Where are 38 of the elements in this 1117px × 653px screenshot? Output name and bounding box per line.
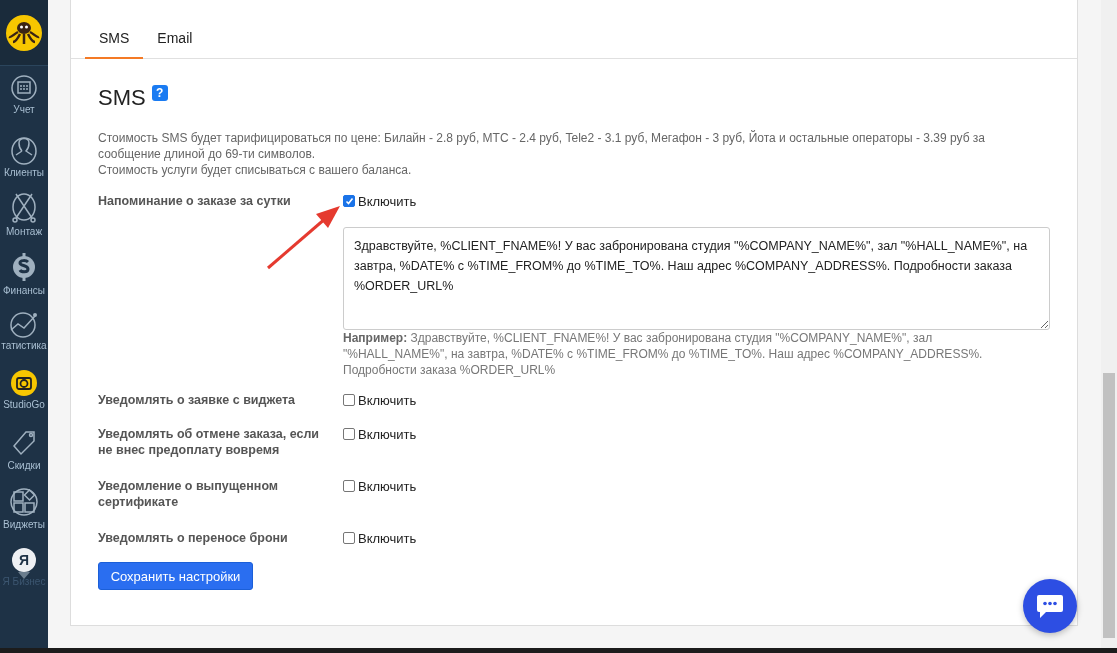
scrollbar[interactable] — [1101, 0, 1117, 648]
setting-label: Уведомлять о заявке с виджета — [98, 392, 295, 408]
widgets-icon — [9, 487, 39, 517]
dollar-icon — [11, 251, 37, 283]
example-text: Например: Здравствуйте, %CLIENT_FNAME%! У вас забронирована студия "%COMPANY_NAME%", зал "%HALL_NAME%", на завтра, %DATE% с %TIME_FROM% до %TIME_TO%. Наш адрес %COMPANY_ADDRESS%. Подробности заказа %ORDER_URL% — [343, 330, 984, 378]
tab[interactable]: SMS — [85, 20, 144, 59]
enable-checkbox[interactable]: Включить — [343, 191, 417, 211]
chat-icon — [1036, 593, 1064, 619]
enable-checkbox[interactable]: Включить — [343, 476, 417, 496]
scissors-icon — [10, 192, 38, 224]
pricing-note: Стоимость SMS будет тарифицироваться по цене: Билайн - 2.8 руб, МТС - 2.4 руб, Tele2 - 3.1 руб, Мегафон - 3 руб, Йота и остальные операторы - 3.39 руб за сообщение длиной до 69-ти символов. — [98, 130, 987, 162]
sidebar-item[interactable]: StudioGo — [0, 361, 48, 420]
setting-label: Уведомлять о переносе брони — [98, 530, 288, 546]
sidebar-item[interactable]: Монтаж — [0, 184, 48, 243]
setting-label: Напоминание о заказе за сутки — [98, 193, 291, 209]
pricing-note: Стоимость услуги будет списываться с вашего баланса. — [98, 162, 413, 178]
enable-checkbox[interactable]: Включить — [343, 528, 417, 548]
section-title: SMS — [98, 84, 146, 112]
setting-label: Уведомление о выпущенном сертификате — [98, 478, 280, 510]
help-icon[interactable]: ? — [151, 85, 168, 101]
setting-label: Уведомлять об отмене заказа, если не внес предоплату вовремя — [98, 426, 321, 458]
camera-icon — [10, 369, 38, 397]
sidebar-item[interactable]: Учет — [0, 66, 48, 125]
sidebar-item[interactable]: татистика — [0, 302, 48, 361]
enable-checkbox[interactable]: Включить — [343, 390, 417, 410]
tab[interactable]: Email — [143, 20, 207, 59]
sidebar-item[interactable]: Виджеты — [0, 479, 48, 538]
save-button[interactable]: Сохранить настройки — [98, 562, 253, 590]
checkmark-icon — [344, 196, 354, 206]
sidebar-item[interactable]: Скидки — [0, 420, 48, 479]
enable-checkbox[interactable]: Включить — [343, 424, 417, 444]
sidebar-item[interactable]: Клиенты — [0, 125, 48, 184]
octopus-logo[interactable] — [5, 13, 43, 52]
sidebar-item[interactable]: Финансы — [0, 243, 48, 302]
message-template-field[interactable]: Здравствуйте, %CLIENT_FNAME%! У вас забронирована студия "%COMPANY_NAME%", зал "%HALL_NAME%", на завтра, %DATE% с %TIME_FROM% до %TIME_TO%. Наш адрес %COMPANY_ADDRESS%. Подробности заказа %ORDER_URL% — [343, 227, 1050, 330]
tag-icon — [10, 428, 38, 458]
calendar-icon — [10, 74, 38, 102]
line-chart-icon — [9, 310, 39, 338]
